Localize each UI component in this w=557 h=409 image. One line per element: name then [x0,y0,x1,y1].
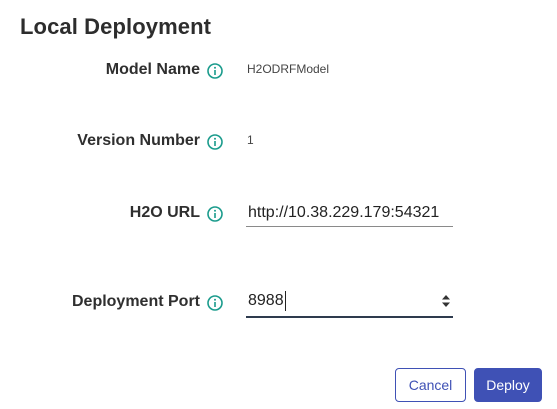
version-number-row: Version Number 1 [0,127,557,157]
version-number-value: 1 [247,133,254,147]
deployment-port-label: Deployment Port [71,293,200,310]
model-name-value: H2ODRFModel [247,62,330,76]
info-icon[interactable] [207,295,223,311]
model-name-label: Model Name [105,61,200,78]
info-icon[interactable] [207,134,223,150]
deployment-port-input[interactable]: 8988 [246,288,453,318]
deployment-port-value: 8988 [248,292,284,309]
dialog-title: Local Deployment [20,14,212,39]
model-name-row: Model Name H2ODRFModel [0,56,557,86]
info-icon[interactable] [207,63,223,79]
spinner-arrows-icon[interactable] [441,294,451,308]
h2o-url-input[interactable] [246,199,453,227]
deploy-button[interactable]: Deploy [474,368,542,402]
version-number-label: Version Number [77,132,200,149]
h2o-url-label: H2O URL [129,204,200,221]
cancel-button[interactable]: Cancel [395,368,466,402]
h2o-url-row: H2O URL [0,199,557,229]
info-icon[interactable] [207,206,223,222]
deployment-port-row: Deployment Port 8988 [0,288,557,318]
text-caret [285,291,286,311]
